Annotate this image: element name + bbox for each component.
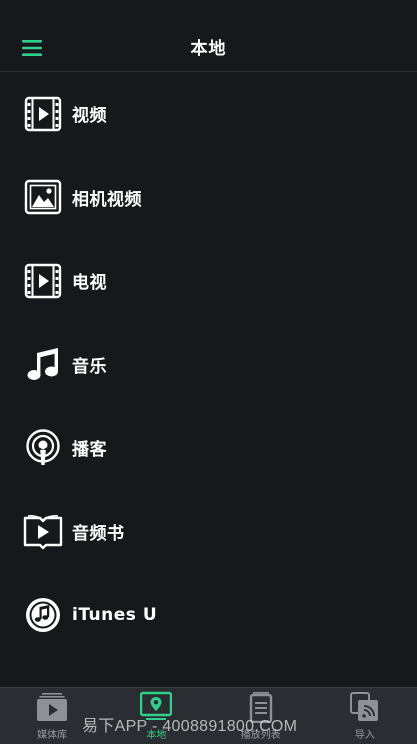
- podcast-icon: [26, 429, 60, 465]
- film-icon: [24, 96, 62, 131]
- audiobook-icon: [23, 515, 63, 550]
- list-item-label: 播客: [72, 440, 107, 461]
- itunes-u-icon: [26, 597, 60, 632]
- list-item-label: 音频书: [72, 523, 125, 544]
- header: 本地: [0, 0, 417, 72]
- list-item-label: 视频: [72, 106, 107, 127]
- media-category-list: 视频 相机视频 电视 音乐 播客 音频书 iTunes U: [0, 72, 417, 657]
- list-item-podcast[interactable]: 播客: [0, 406, 417, 490]
- list-item-label: 音乐: [72, 356, 107, 377]
- list-item-itunes-u[interactable]: iTunes U: [0, 573, 417, 657]
- list-item-audiobook[interactable]: 音频书: [0, 490, 417, 574]
- list-item-video[interactable]: 视频: [0, 72, 417, 156]
- import-icon: [349, 692, 378, 721]
- list-item-label: 相机视频: [72, 189, 142, 210]
- page-title: 本地: [190, 39, 227, 59]
- film-icon: [24, 263, 62, 298]
- list-item-label: iTunes U: [72, 604, 158, 625]
- list-item-camera-video[interactable]: 相机视频: [0, 156, 417, 240]
- tab-import[interactable]: 导入: [313, 688, 417, 744]
- list-item-tv[interactable]: 电视: [0, 239, 417, 323]
- tab-label: 导入: [354, 730, 375, 741]
- photo-icon: [24, 180, 62, 215]
- music-note-icon: [27, 348, 58, 381]
- tab-label: 媒体库: [37, 730, 68, 741]
- watermark-text: 易下APP - 4008891800.COM: [82, 718, 298, 735]
- list-item-label: 电视: [72, 273, 107, 294]
- media-library-icon: [37, 693, 68, 721]
- list-item-music[interactable]: 音乐: [0, 323, 417, 407]
